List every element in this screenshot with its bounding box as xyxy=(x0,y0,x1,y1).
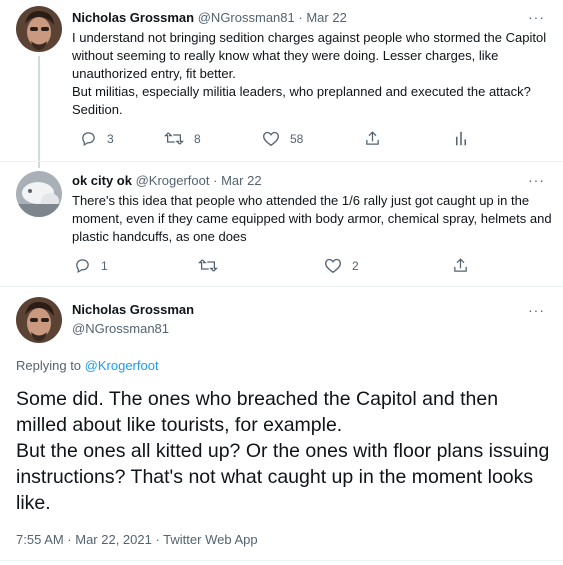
tweet-actions: 3 8 58 xyxy=(68,130,508,150)
reply-count: 3 xyxy=(107,131,114,146)
separator: · xyxy=(213,173,218,188)
share-icon xyxy=(454,258,467,272)
divider xyxy=(0,560,563,561)
tweet-header: ok city ok @Krogerfoot · Mar 22 xyxy=(72,173,262,188)
like-count: 58 xyxy=(290,131,304,146)
separator: · xyxy=(298,10,303,25)
retweet-button[interactable]: 8 xyxy=(164,130,201,147)
tweet-header: Nicholas Grossman @NGrossman81 · Mar 22 xyxy=(72,10,347,25)
thread-line xyxy=(38,56,40,168)
more-icon[interactable]: ··· xyxy=(528,302,545,318)
handle[interactable]: @NGrossman81 xyxy=(72,321,169,336)
retweet-button[interactable] xyxy=(198,257,218,274)
tweet-timestamp[interactable]: 7:55 AM · Mar 22, 2021 · Twitter Web App xyxy=(16,532,258,547)
analytics-button[interactable] xyxy=(454,130,468,147)
avatar[interactable] xyxy=(16,6,62,52)
retweet-icon xyxy=(198,259,218,272)
share-button[interactable] xyxy=(452,257,469,274)
more-icon[interactable]: ··· xyxy=(528,172,545,188)
display-name[interactable]: Nicholas Grossman xyxy=(72,10,194,25)
share-button[interactable] xyxy=(364,130,381,147)
tweet-date[interactable]: Mar 22 xyxy=(221,173,261,188)
like-icon xyxy=(263,131,279,147)
reply-button[interactable]: 3 xyxy=(80,130,114,147)
reply-icon xyxy=(82,132,95,147)
avatar[interactable] xyxy=(16,297,62,343)
retweet-count: 8 xyxy=(194,131,201,146)
avatar[interactable] xyxy=(16,171,62,217)
display-name[interactable]: Nicholas Grossman xyxy=(72,302,194,317)
reply-icon xyxy=(76,259,89,274)
divider xyxy=(0,286,563,287)
handle[interactable]: @NGrossman81 xyxy=(198,10,295,25)
handle[interactable]: @Krogerfoot xyxy=(136,173,210,188)
like-icon xyxy=(325,258,341,274)
divider xyxy=(0,161,563,162)
analytics-icon xyxy=(455,131,467,146)
like-count: 2 xyxy=(352,258,359,273)
tweet-text: There's this idea that people who attend… xyxy=(72,193,552,244)
share-icon xyxy=(366,131,379,145)
display-name[interactable]: ok city ok xyxy=(72,173,132,188)
reply-button[interactable]: 1 xyxy=(74,257,108,274)
tweet-actions: 1 2 xyxy=(68,257,508,277)
more-icon[interactable]: ··· xyxy=(528,9,545,25)
like-button[interactable]: 2 xyxy=(324,257,359,274)
replying-to-label: Replying to xyxy=(16,358,85,373)
main-tweet-text: Some did. The ones who breached the Capi… xyxy=(16,388,550,514)
like-button[interactable]: 58 xyxy=(262,130,303,147)
tweet-text: I understand not bringing sedition charg… xyxy=(72,30,547,117)
tweet-date[interactable]: Mar 22 xyxy=(306,10,346,25)
retweet-icon xyxy=(164,132,184,145)
reply-count: 1 xyxy=(101,258,108,273)
replying-to: Replying to @Krogerfoot xyxy=(16,358,159,373)
replying-to-link[interactable]: @Krogerfoot xyxy=(85,358,159,373)
